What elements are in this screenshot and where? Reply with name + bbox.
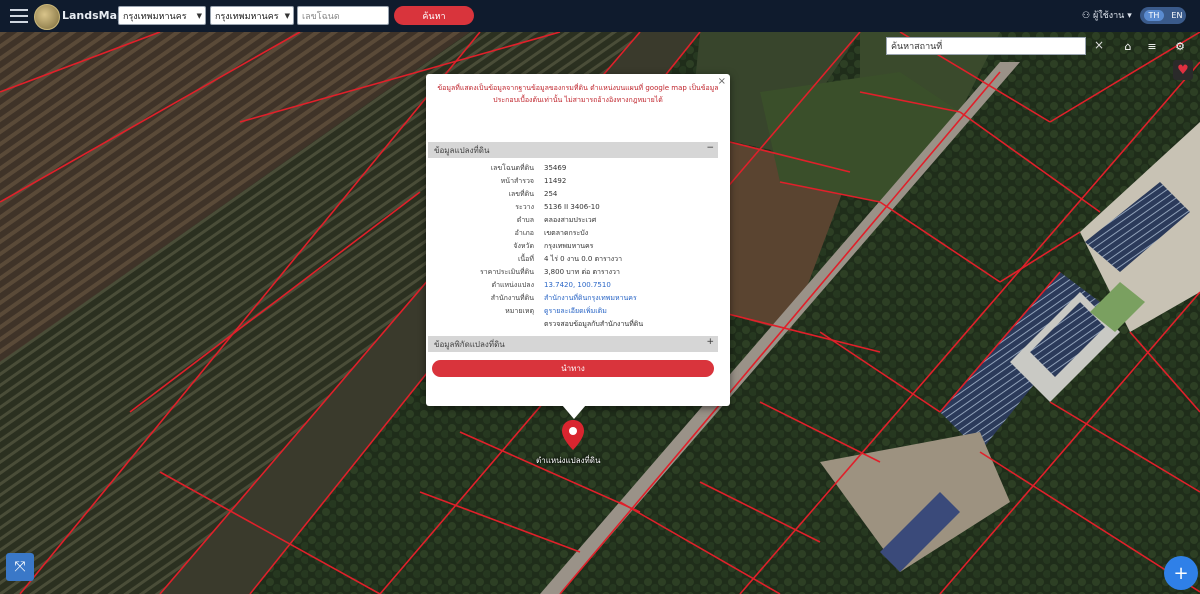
section-coordinates[interactable]: ข้อมูลพิกัดแปลงที่ดิน + — [428, 336, 718, 352]
list-item: ตำบล คลองสามประเวศ — [516, 216, 597, 224]
heart-icon[interactable]: ♥ — [1173, 60, 1193, 80]
close-icon[interactable]: × — [1094, 38, 1104, 52]
chevron-down-icon: ▼ — [196, 12, 202, 20]
list-item: เนื้อที่ 4 ไร่ 0 งาน 0.0 ตารางวา — [518, 255, 623, 263]
list-item: สำนักงานที่ดิน สำนักงานที่ดินกรุงเทพมหานค… — [490, 294, 637, 302]
user-menu[interactable]: ⚇ ผู้ใช้งาน ▾ — [1082, 8, 1132, 22]
list-item: จังหวัด กรุงเทพมหานคร — [513, 242, 594, 250]
logo-icon — [34, 4, 60, 30]
lang-th[interactable]: TH — [1143, 10, 1165, 21]
section-parcel-info[interactable]: ข้อมูลแปลงที่ดิน − — [428, 142, 718, 158]
layers-icon[interactable]: ≡ — [1142, 37, 1162, 55]
list-item: เลขโฉนดที่ดิน 35469 — [490, 164, 567, 172]
parcel-number-input[interactable]: เลขโฉนด — [297, 6, 389, 25]
lang-en[interactable]: EN — [1171, 11, 1182, 20]
list-item: ระวาง 5136 II 3406-10 — [515, 203, 600, 211]
list-item: ราคาประเมินที่ดิน 3,800 บาท ต่อ ตารางวา — [479, 268, 620, 276]
popup-pointer — [562, 405, 586, 419]
pin-label: ตำแหน่งแปลงที่ดิน — [536, 456, 601, 465]
list-item: เลขที่ดิน 254 — [508, 190, 558, 198]
parcel-info-list: เลขโฉนดที่ดิน 35469 หน้าสำรวจ 11492 เลขที่… — [428, 162, 718, 331]
search-button[interactable]: ค้นหา — [394, 6, 474, 25]
district-select[interactable]: กรุงเทพมหานคร ▼ — [210, 6, 294, 25]
list-item: ตำแหน่งแปลง 13.7420, 100.7510 — [491, 281, 611, 289]
language-toggle[interactable]: TH EN — [1140, 7, 1186, 24]
list-item: หมายเหตุ ดูรายละเอียดเพิ่มเติม — [505, 307, 607, 315]
navigate-button[interactable]: นำทาง — [432, 360, 714, 377]
location-pin-icon[interactable] — [562, 420, 584, 450]
fullscreen-icon[interactable]: ⤧ — [6, 553, 34, 581]
top-navbar: LandsMaps กรุงเทพมหานคร ▼ กรุงเทพมหานคร ▼ … — [0, 0, 1200, 32]
list-item: ตรวจสอบข้อมูลกับสำนักงานที่ดิน — [544, 320, 644, 328]
user-icon: ⚇ — [1082, 11, 1093, 21]
list-item: หน้าสำรวจ 11492 — [500, 177, 567, 185]
collapse-icon[interactable]: − — [706, 143, 714, 153]
chevron-down-icon: ▼ — [284, 12, 290, 20]
province-select[interactable]: กรุงเทพมหานคร ▼ — [118, 6, 206, 25]
expand-icon[interactable]: + — [706, 337, 714, 347]
add-button[interactable]: + — [1164, 556, 1198, 590]
settings-icon[interactable]: ⚙ — [1170, 37, 1190, 55]
parcel-info-popup: × ข้อมูลที่แสดงเป็นข้อมูลจากฐานข้อมูลของ… — [426, 74, 730, 406]
map-search-input[interactable]: ค้นหาสถานที่ — [886, 37, 1086, 55]
home-icon[interactable]: ⌂ — [1118, 37, 1138, 55]
list-item: อำเภอ เขตลาดกระบัง — [514, 229, 589, 237]
menu-icon[interactable] — [10, 9, 28, 23]
disclaimer-notice: ข้อมูลที่แสดงเป็นข้อมูลจากฐานข้อมูลของกร… — [437, 84, 719, 104]
